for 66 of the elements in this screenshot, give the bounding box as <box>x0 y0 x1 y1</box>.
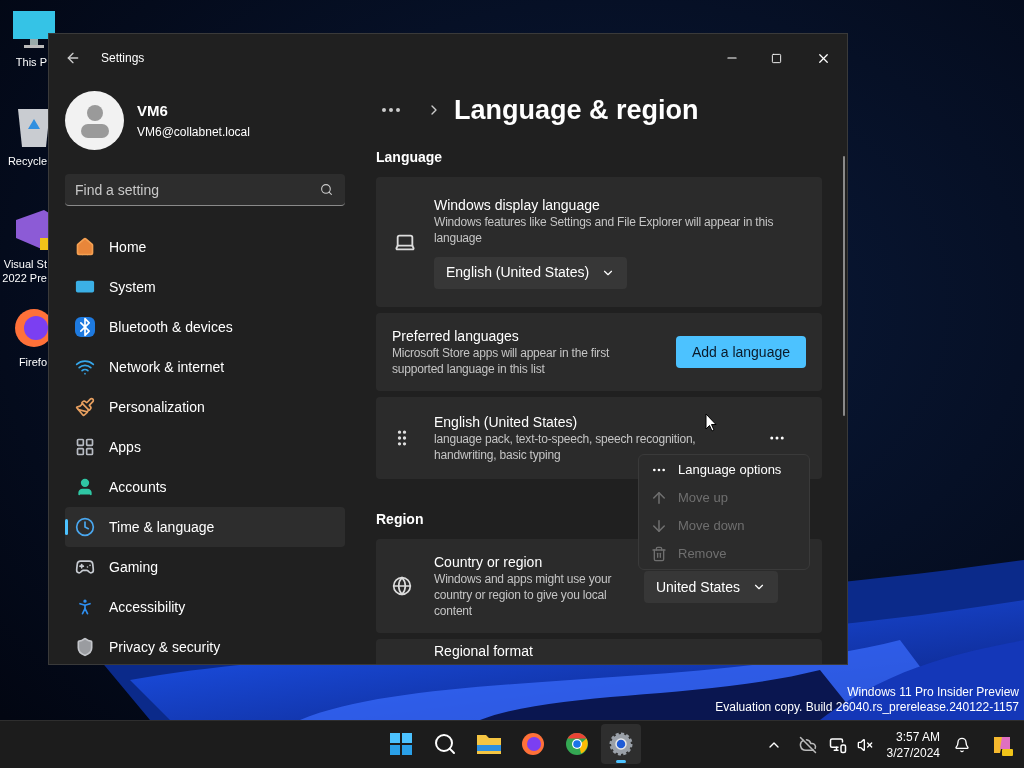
setting-title: Preferred languages <box>392 327 519 345</box>
setting-description: Microsoft Store apps will appear in the first supported language in this list <box>392 345 611 377</box>
window-title: Settings <box>101 50 145 67</box>
desktop-icon-label[interactable]: This P <box>15 55 47 69</box>
gamepad-icon <box>75 557 95 577</box>
back-icon[interactable] <box>65 50 81 66</box>
nav-item[interactable]: Home <box>65 227 345 267</box>
folder-icon[interactable] <box>476 733 502 755</box>
maximize-icon[interactable] <box>771 52 782 64</box>
desktop-notice: Windows 11 Pro Insider Preview <box>847 685 1019 700</box>
wifi-icon <box>75 357 95 377</box>
speaker-muted-icon[interactable] <box>856 736 873 753</box>
chrome-icon[interactable] <box>565 732 589 756</box>
setting-description: Windows features like Settings and File Explorer will appear in this language <box>434 213 775 246</box>
clock-time[interactable]: 3:57 AM <box>895 728 940 745</box>
section-heading: Region <box>376 510 424 529</box>
mouse-cursor-icon <box>705 413 717 432</box>
search-icon[interactable] <box>320 183 333 196</box>
start-icon[interactable] <box>389 732 413 756</box>
person-icon <box>79 103 110 138</box>
user-name: VM6 <box>137 101 169 122</box>
gear-icon[interactable] <box>609 732 633 756</box>
brush-icon <box>75 397 95 417</box>
shield-icon <box>75 637 95 657</box>
setting-title: English (United States) <box>434 413 578 431</box>
desktop-icon-label[interactable]: Recycle <box>7 154 47 168</box>
clock-icon <box>75 517 95 537</box>
search-icon[interactable] <box>433 732 457 756</box>
cloud-off-icon[interactable] <box>798 735 817 754</box>
desktop-icon-label[interactable]: Firefo <box>18 355 47 369</box>
setting-description: Windows and apps might use your country or region to give you local content <box>434 571 613 619</box>
taskbar-button[interactable] <box>601 724 641 764</box>
network-icon[interactable] <box>828 735 847 754</box>
nav-item[interactable]: Network & internet <box>65 347 345 387</box>
arrow-down-icon <box>650 517 668 535</box>
section-heading: Language <box>376 148 443 167</box>
bell-icon[interactable] <box>954 736 970 753</box>
nav-item[interactable]: Bluetooth & devices <box>65 307 345 347</box>
search-field[interactable]: Find a setting <box>65 174 345 206</box>
user-email: VM6@collabnet.local <box>137 123 250 141</box>
setting-title: Windows display language <box>434 195 600 214</box>
country-dropdown[interactable]: United States <box>643 571 778 603</box>
language-dropdown[interactable]: English (United States) <box>434 256 628 289</box>
nav-item[interactable]: Accessibility <box>65 587 345 627</box>
setting-title: Country or region <box>434 553 543 571</box>
nav-item[interactable]: Apps <box>65 427 345 467</box>
desktop-notice: Evaluation copy. Build 26040.rs_prerelease.240122-1157 <box>715 700 1019 715</box>
nav-item[interactable]: System <box>65 267 345 307</box>
nav-item[interactable]: Gaming <box>65 547 345 587</box>
add-language-button[interactable]: Add a language <box>675 336 806 368</box>
apps-grid-icon <box>75 437 95 457</box>
setting-title: Regional format <box>434 642 533 660</box>
clock-date[interactable]: 3/27/2024 <box>886 744 940 761</box>
bluetooth-icon <box>75 317 95 337</box>
globe-icon <box>392 576 412 596</box>
nav-item[interactable]: Accounts <box>65 467 345 507</box>
page-title: Language & region <box>454 93 699 127</box>
nav-item[interactable]: Privacy & security <box>65 627 345 664</box>
nav-item[interactable]: Personalization <box>65 387 345 427</box>
nav-item[interactable]: Time & language <box>65 507 345 547</box>
home-icon <box>75 237 95 257</box>
monitor-icon <box>12 10 56 50</box>
desktop-icon-label[interactable]: Visual St 2022 Pre <box>2 257 47 285</box>
scrollbar[interactable] <box>843 156 845 416</box>
trash-icon <box>651 546 667 562</box>
person-icon <box>75 477 95 497</box>
